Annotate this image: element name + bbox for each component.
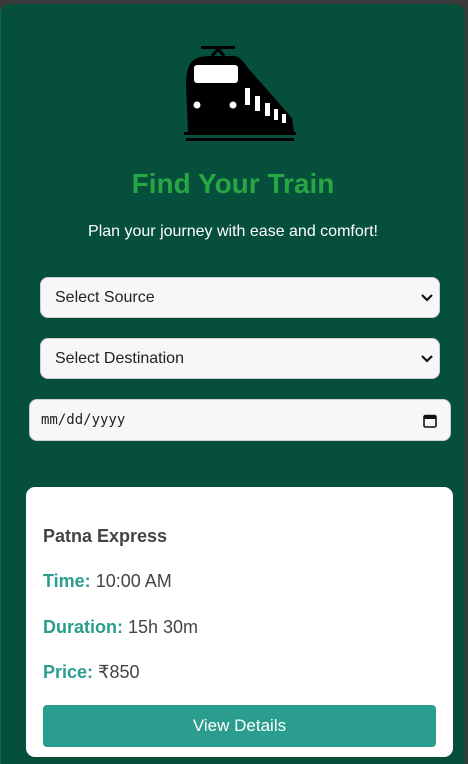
view-details-button[interactable]: View Details: [43, 705, 436, 747]
price-row: Price: ₹850: [43, 662, 140, 683]
chevron-down-icon: [421, 355, 433, 363]
destination-select[interactable]: Select Destination: [40, 338, 440, 379]
chevron-down-icon: [421, 294, 433, 302]
calendar-icon[interactable]: [423, 413, 437, 428]
duration-row: Duration: 15h 30m: [43, 617, 198, 638]
train-icon: [184, 46, 296, 141]
time-value: 10:00 AM: [95, 571, 172, 591]
price-value: ₹850: [98, 662, 140, 682]
duration-value: 15h 30m: [128, 617, 199, 637]
date-input-placeholder: mm/dd/yyyy: [41, 412, 126, 428]
date-input[interactable]: mm/dd/yyyy: [29, 399, 451, 441]
source-select-value: Select Source: [55, 288, 155, 306]
time-label: Time:: [43, 571, 96, 591]
page-subtitle: Plan your journey with ease and comfort!: [88, 223, 378, 240]
app-container: Find Your Train Plan your journey with e…: [0, 4, 465, 764]
train-name: Patna Express: [43, 526, 168, 546]
source-select[interactable]: Select Source: [40, 277, 440, 318]
page-title: Find Your Train: [131, 168, 335, 199]
price-label: Price:: [43, 662, 99, 682]
time-row: Time: 10:00 AM: [43, 571, 172, 592]
duration-label: Duration:: [43, 617, 128, 637]
destination-select-value: Select Destination: [55, 349, 184, 367]
train-result-card: Patna Express Time: 10:00 AM Duration: 1…: [26, 487, 453, 757]
